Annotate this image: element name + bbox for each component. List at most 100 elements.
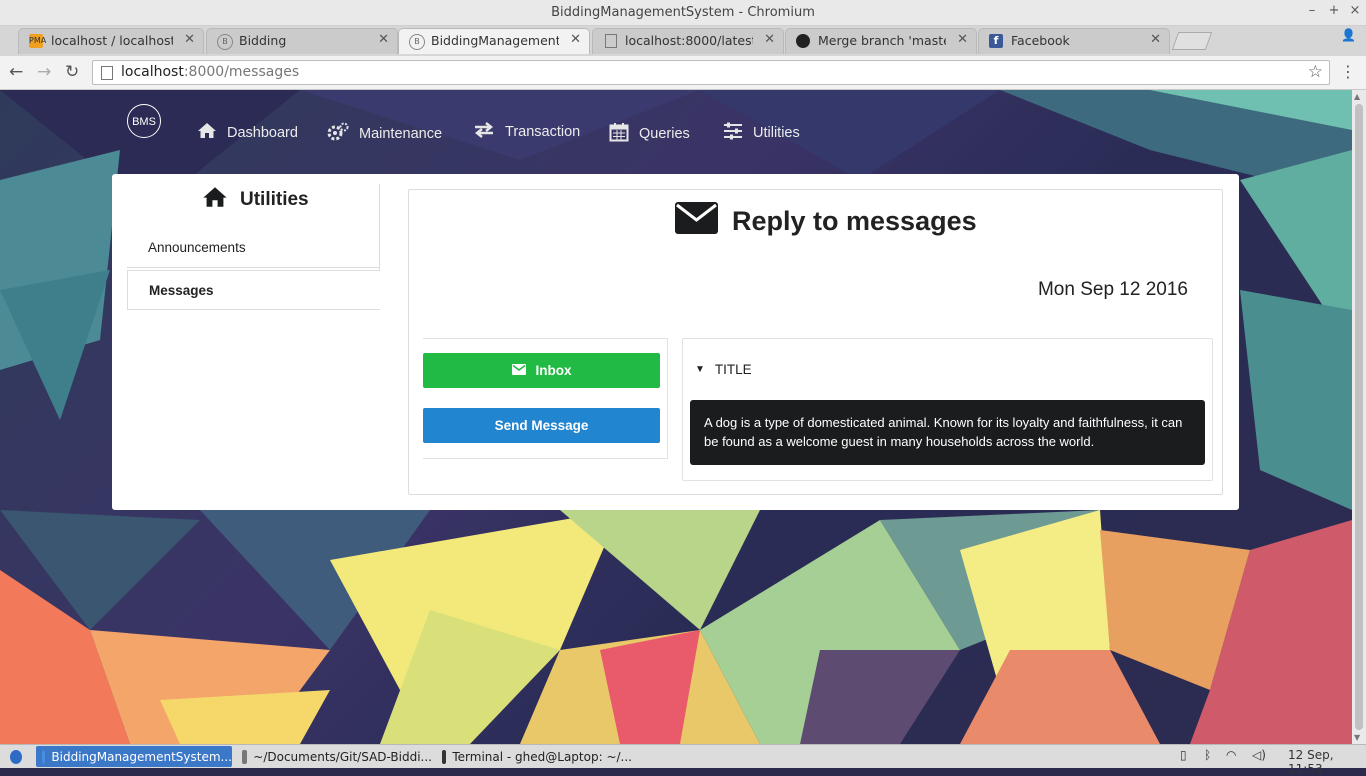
taskbar-item-files[interactable]: ~/Documents/Git/SAD-Biddi... (236, 746, 432, 767)
page-scrollbar[interactable]: ▲ ▼ (1352, 90, 1366, 744)
calendar-icon (609, 122, 629, 146)
message-body: A dog is a type of domesticated animal. … (690, 400, 1205, 465)
tab-label: localhost / localhost / sa (51, 33, 173, 48)
tab-close-icon[interactable]: ✕ (1150, 32, 1161, 47)
url-host: localhost (121, 64, 184, 80)
home-icon (197, 122, 217, 143)
nav-transaction[interactable]: Transaction (473, 122, 580, 142)
envelope-icon (511, 363, 526, 378)
window-titlebar: BiddingManagementSystem - Chromium – + × (0, 0, 1366, 26)
message-card: ▼ TITLE A dog is a type of domesticated … (682, 338, 1213, 481)
taskbar-label: Terminal - ghed@Laptop: ~/... (452, 749, 632, 764)
nav-maintenance[interactable]: Maintenance (327, 122, 442, 146)
page-viewport: BMS Dashboard Maintenance Transaction Qu… (0, 90, 1352, 744)
url-path: :8000/messages (183, 64, 300, 80)
clock[interactable]: 12 Sep, 11:53 (1288, 748, 1366, 776)
nav-label: Dashboard (227, 124, 298, 141)
system-taskbar: BiddingManagementSystem... ~/Documents/G… (0, 744, 1366, 776)
tab-strip: PMA localhost / localhost / sa ✕ B Biddi… (0, 26, 1366, 56)
taskbar-item-terminal[interactable]: Terminal - ghed@Laptop: ~/... (436, 746, 632, 767)
caret-down-icon: ▼ (695, 364, 705, 375)
nav-label: Utilities (753, 125, 800, 141)
message-title-text: TITLE (714, 362, 752, 377)
tab-close-icon[interactable]: ✕ (764, 32, 775, 47)
scroll-down-icon[interactable]: ▼ (1354, 733, 1360, 742)
inbox-label: Inbox (535, 363, 572, 378)
tab-close-icon[interactable]: ✕ (184, 32, 195, 47)
url-text: localhost:8000/messages (121, 64, 299, 80)
menu-icon[interactable]: ⋮ (1340, 62, 1356, 81)
main-panel: Utilities Announcements Messages Reply t… (112, 174, 1239, 510)
sliders-icon (723, 122, 743, 144)
forward-icon[interactable]: → (37, 62, 51, 82)
sidebar-title-text: Utilities (240, 189, 309, 210)
tab-label: Facebook (1011, 33, 1070, 48)
page-info-icon[interactable] (101, 66, 113, 80)
tab-facebook[interactable]: f Facebook ✕ (978, 28, 1170, 54)
tab-bidding[interactable]: B Bidding ✕ (206, 28, 398, 54)
back-icon[interactable]: ← (9, 62, 23, 82)
content-card: Reply to messages Mon Sep 12 2016 Inbox … (408, 189, 1223, 495)
volume-icon[interactable]: ◁) (1252, 748, 1266, 762)
tab-latest-announcements[interactable]: localhost:8000/latestAn ✕ (592, 28, 784, 54)
tab-label: Merge branch 'master' (818, 33, 946, 48)
window-title: BiddingManagementSystem - Chromium (551, 5, 815, 20)
taskbar-label: BiddingManagementSystem... (51, 749, 232, 764)
tab-phpmyadmin[interactable]: PMA localhost / localhost / sa ✕ (18, 28, 204, 54)
github-icon (796, 34, 810, 48)
tab-label: BiddingManagementSy (431, 33, 559, 48)
terminal-icon (442, 749, 447, 764)
address-bar[interactable]: localhost:8000/messages ☆ (92, 60, 1330, 85)
page-title: Reply to messages (675, 202, 977, 241)
nav-utilities[interactable]: Utilities (723, 122, 800, 144)
inbox-button[interactable]: Inbox (423, 353, 660, 388)
envelope-icon (675, 202, 718, 241)
nav-label: Queries (639, 126, 690, 142)
tab-close-icon[interactable]: ✕ (570, 32, 581, 47)
maximize-button[interactable]: + (1325, 3, 1343, 18)
tab-close-icon[interactable]: ✕ (378, 32, 389, 47)
message-actions: Inbox Send Message (423, 338, 668, 459)
exchange-icon (473, 122, 495, 142)
bms-icon: B (217, 34, 233, 50)
scrollbar-thumb[interactable] (1355, 104, 1363, 730)
nav-queries[interactable]: Queries (609, 122, 690, 146)
nav-label: Maintenance (359, 126, 443, 142)
wifi-icon[interactable]: ◠ (1226, 748, 1236, 762)
send-message-button[interactable]: Send Message (423, 408, 660, 443)
battery-icon[interactable]: ▯ (1180, 748, 1187, 762)
app-menu-icon (10, 749, 22, 764)
reload-icon[interactable]: ↻ (65, 62, 79, 82)
minimize-button[interactable]: – (1303, 3, 1321, 18)
taskbar-item-chromium[interactable]: BiddingManagementSystem... (36, 746, 232, 767)
home-icon (202, 186, 228, 214)
tab-label: Bidding (239, 33, 287, 48)
tab-close-icon[interactable]: ✕ (957, 32, 968, 47)
bms-logo[interactable]: BMS (127, 104, 161, 138)
taskbar-label: ~/Documents/Git/SAD-Biddi... (253, 749, 432, 764)
page-title-text: Reply to messages (732, 206, 977, 236)
gears-icon (327, 122, 349, 146)
bluetooth-icon[interactable]: ᛒ (1204, 748, 1211, 762)
new-tab-button[interactable] (1171, 32, 1213, 50)
facebook-icon: f (989, 34, 1003, 48)
nav-dashboard[interactable]: Dashboard (197, 122, 298, 143)
browser-toolbar: ← → ↻ localhost:8000/messages ☆ ⋮ (0, 56, 1366, 90)
sidebar-title: Utilities (202, 186, 309, 214)
nav-label: Transaction (505, 124, 581, 140)
bms-icon: B (409, 34, 425, 50)
tab-github-merge[interactable]: Merge branch 'master' ✕ (785, 28, 977, 54)
chromium-icon (42, 749, 46, 764)
tab-biddingmanagementsystem[interactable]: B BiddingManagementSy ✕ (398, 28, 590, 54)
close-window-button[interactable]: × (1346, 3, 1364, 18)
current-date: Mon Sep 12 2016 (1037, 279, 1188, 300)
folder-icon (242, 749, 248, 764)
message-accordion-title[interactable]: ▼ TITLE (695, 362, 752, 377)
profile-icon[interactable]: 👤 (1341, 28, 1356, 42)
tab-label: localhost:8000/latestAn (625, 33, 753, 48)
sidebar-item-announcements[interactable]: Announcements (127, 228, 380, 268)
scroll-up-icon[interactable]: ▲ (1354, 92, 1360, 101)
sidebar-item-messages[interactable]: Messages (127, 270, 380, 310)
start-menu-icon[interactable] (4, 746, 28, 767)
bookmark-star-icon[interactable]: ☆ (1308, 62, 1323, 82)
